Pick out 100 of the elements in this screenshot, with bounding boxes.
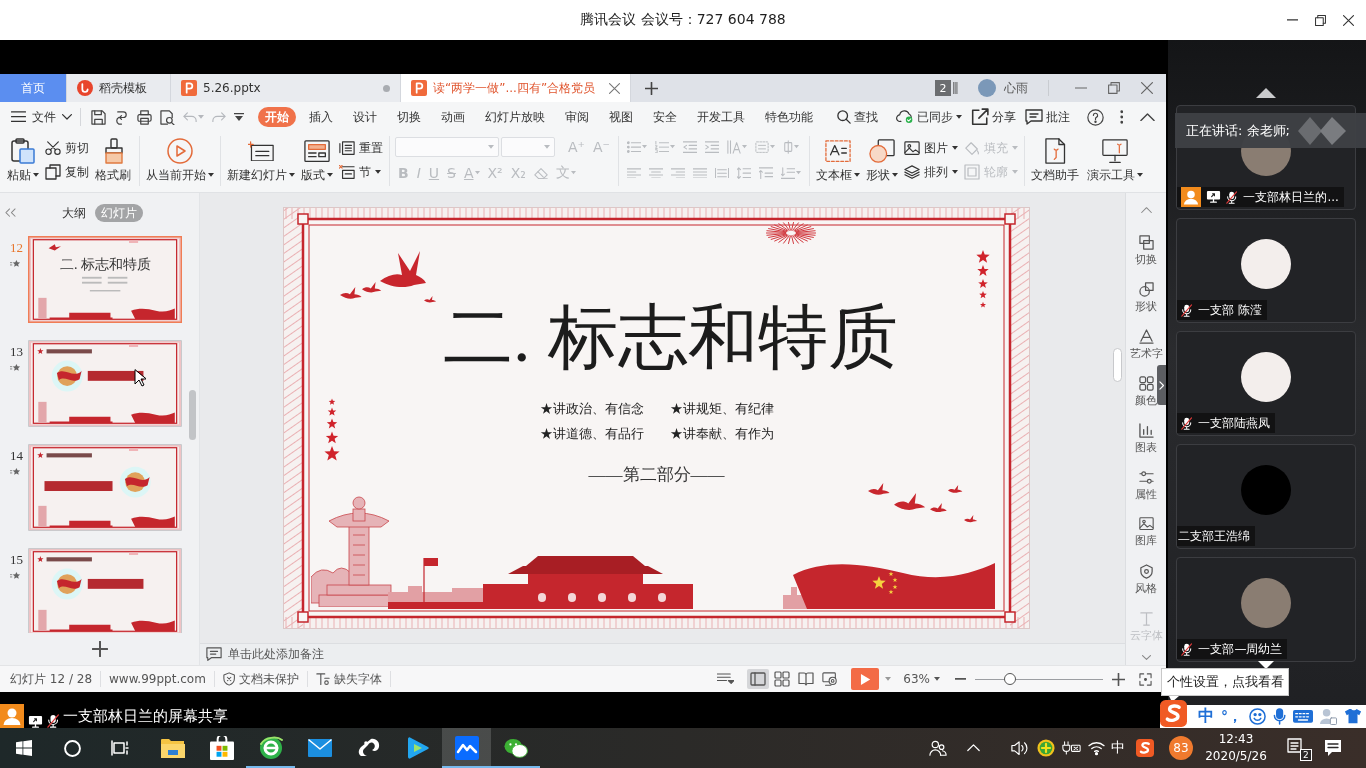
keyboard-icon[interactable] xyxy=(1293,710,1314,723)
file-menu-button[interactable]: 文件 xyxy=(11,108,72,126)
ribbon-button[interactable]: 复制 xyxy=(44,160,90,184)
ribbon-button[interactable]: 形状 xyxy=(864,136,899,184)
ime-logo-icon[interactable] xyxy=(1160,700,1187,727)
ribbon-button[interactable]: 版式 xyxy=(300,136,334,184)
side-tool-button[interactable]: 属性 xyxy=(1135,462,1157,509)
document-tab[interactable]: 稻壳模板 xyxy=(67,74,171,102)
search-icon xyxy=(837,110,851,124)
paintbrush-icon xyxy=(103,138,125,164)
ribbon-button[interactable]: 粘贴 xyxy=(6,136,40,184)
participant-tile[interactable]: 一支部—周幼兰 xyxy=(1176,557,1356,662)
toolbar-action-button[interactable]: 已同步 xyxy=(896,108,962,126)
slideshow-button[interactable] xyxy=(851,668,880,690)
document-tab[interactable]: 读“两学一做”...四有”合格党员 xyxy=(401,74,631,102)
ribbon-button[interactable]: 排列 xyxy=(902,160,959,184)
side-tool-button[interactable]: 风格 xyxy=(1135,556,1157,603)
t-shirt-icon[interactable] xyxy=(1344,708,1363,725)
ribbon-tab[interactable]: 插入 xyxy=(299,107,343,127)
panel-toggle-button[interactable] xyxy=(1157,365,1166,405)
scrollbar-thumb[interactable] xyxy=(1113,348,1122,382)
ribbon-button[interactable]: 重置 xyxy=(338,136,384,160)
punctuation-toggle[interactable]: °， xyxy=(1221,707,1242,726)
panel-tab[interactable]: 大纲 xyxy=(56,204,92,222)
fit-window-button[interactable] xyxy=(1136,672,1155,686)
ribbon-tab[interactable]: 特色功能 xyxy=(755,107,823,127)
collapse-ribbon-button[interactable] xyxy=(1139,112,1156,122)
ribbon-button[interactable]: 文档助手 xyxy=(1029,136,1082,184)
clock-button[interactable]: 12:43 2020/5/26 xyxy=(1199,728,1273,768)
toolbar-action-button[interactable]: 分享 xyxy=(971,108,1016,126)
slider-thumb[interactable] xyxy=(1003,673,1016,685)
input-mode-toggle[interactable]: 中 xyxy=(1198,706,1214,727)
microphone-icon[interactable] xyxy=(1273,708,1287,725)
ribbon-button[interactable]: 节 xyxy=(338,160,384,184)
close-icon xyxy=(1141,82,1153,94)
view-button[interactable] xyxy=(747,669,770,689)
zoom-dropdown[interactable]: 63% xyxy=(903,672,940,686)
side-tool-button[interactable]: 图库 xyxy=(1135,509,1157,556)
ribbon-button[interactable]: 演示工具 xyxy=(1085,136,1144,184)
add-slide-button[interactable] xyxy=(91,641,108,657)
avatar-placeholder xyxy=(1241,465,1291,515)
ribbon-button[interactable]: 文本框 xyxy=(814,136,861,184)
layout-icon xyxy=(304,139,330,163)
slide-thumbnail[interactable] xyxy=(28,340,182,427)
ribbon-button[interactable]: 剪切 xyxy=(44,136,90,160)
side-tool-button[interactable]: 图表 xyxy=(1135,415,1157,462)
document-tab[interactable]: 5.26.pptx xyxy=(171,74,401,102)
input-indicator[interactable]: 中 xyxy=(1109,728,1127,768)
text-tool-icon xyxy=(1138,610,1154,626)
zoom-in-button[interactable] xyxy=(1109,672,1128,686)
meeting-title: 腾讯会议 会议号：727 604 788 xyxy=(580,11,786,29)
window-count-button[interactable]: 2 xyxy=(934,80,951,96)
slide-title: 二. 标志和特质 xyxy=(443,303,898,373)
search-button[interactable]: 查找 xyxy=(837,108,878,126)
missing-fonts-button[interactable]: 缺失字体 xyxy=(316,670,383,688)
ribbon-button[interactable]: 格式刷 xyxy=(94,136,134,184)
user-badge-icon[interactable] xyxy=(1320,708,1338,725)
ribbon-tab[interactable]: 开发工具 xyxy=(687,107,755,127)
participant-tile[interactable]: 一支部 陈滢 xyxy=(1176,218,1356,323)
help-button[interactable] xyxy=(1087,108,1104,126)
scrollbar-thumb[interactable] xyxy=(189,390,196,440)
ribbon-tab[interactable]: 切换 xyxy=(387,107,431,127)
ribbon-button[interactable]: 图片 xyxy=(902,136,959,160)
side-tool-button[interactable]: 艺术字 xyxy=(1129,321,1163,368)
collapse-panel-button[interactable] xyxy=(5,208,16,218)
participant-tile[interactable]: 一支部陆燕凤 xyxy=(1176,331,1356,436)
triangle-down-icon[interactable] xyxy=(1258,661,1274,669)
slide-thumbnail[interactable] xyxy=(28,548,182,633)
paint-bucket-icon xyxy=(963,140,980,156)
notes-field[interactable]: 单击此处添加备注 xyxy=(200,643,1125,665)
slide-thumbnail[interactable] xyxy=(28,236,182,323)
plus-icon xyxy=(644,81,658,95)
outline-square-icon xyxy=(963,164,980,180)
notifications-button[interactable]: 2 xyxy=(1273,728,1321,768)
side-tool-button[interactable]: 颜色 xyxy=(1135,368,1157,415)
toolbar-action-button[interactable]: 批注 xyxy=(1025,108,1070,126)
ribbon-tab[interactable]: 设计 xyxy=(343,107,387,127)
ribbon-tab[interactable]: 幻灯片放映 xyxy=(475,107,555,127)
ribbon-tab[interactable]: 审阅 xyxy=(555,107,599,127)
section-icon xyxy=(339,164,355,180)
chevron-right-icon xyxy=(1158,380,1165,390)
zoom-slider[interactable] xyxy=(975,673,1103,685)
triangle-up-icon[interactable] xyxy=(1256,88,1276,98)
smiley-icon[interactable] xyxy=(1249,708,1266,725)
slide-thumbnail[interactable] xyxy=(28,444,182,531)
chevron-up-icon xyxy=(1140,206,1152,214)
slide-bullet-text: ★讲道德、有品行 xyxy=(539,426,644,443)
close-tab-button[interactable] xyxy=(609,82,620,94)
user-account-button[interactable]: 心雨 xyxy=(978,79,1028,97)
side-tool-button[interactable]: 切换 xyxy=(1135,227,1157,274)
protection-button[interactable]: 文档未保护 xyxy=(222,670,300,688)
ribbon-tab[interactable]: 动画 xyxy=(431,107,475,127)
taskbar-app-button[interactable] xyxy=(442,728,491,768)
battery-plug-icon xyxy=(1061,741,1081,755)
ribbon-button[interactable]: 新建幻灯片 xyxy=(226,136,296,184)
ribbon-tab[interactable]: 视图 xyxy=(599,107,643,127)
ribbon-button[interactable]: 从当前开始 xyxy=(145,136,215,184)
ribbon-tab[interactable]: 安全 xyxy=(643,107,687,127)
side-tool-button[interactable]: 形状 xyxy=(1135,274,1157,321)
participant-tile[interactable]: 二支部王浩绵 xyxy=(1176,444,1356,549)
